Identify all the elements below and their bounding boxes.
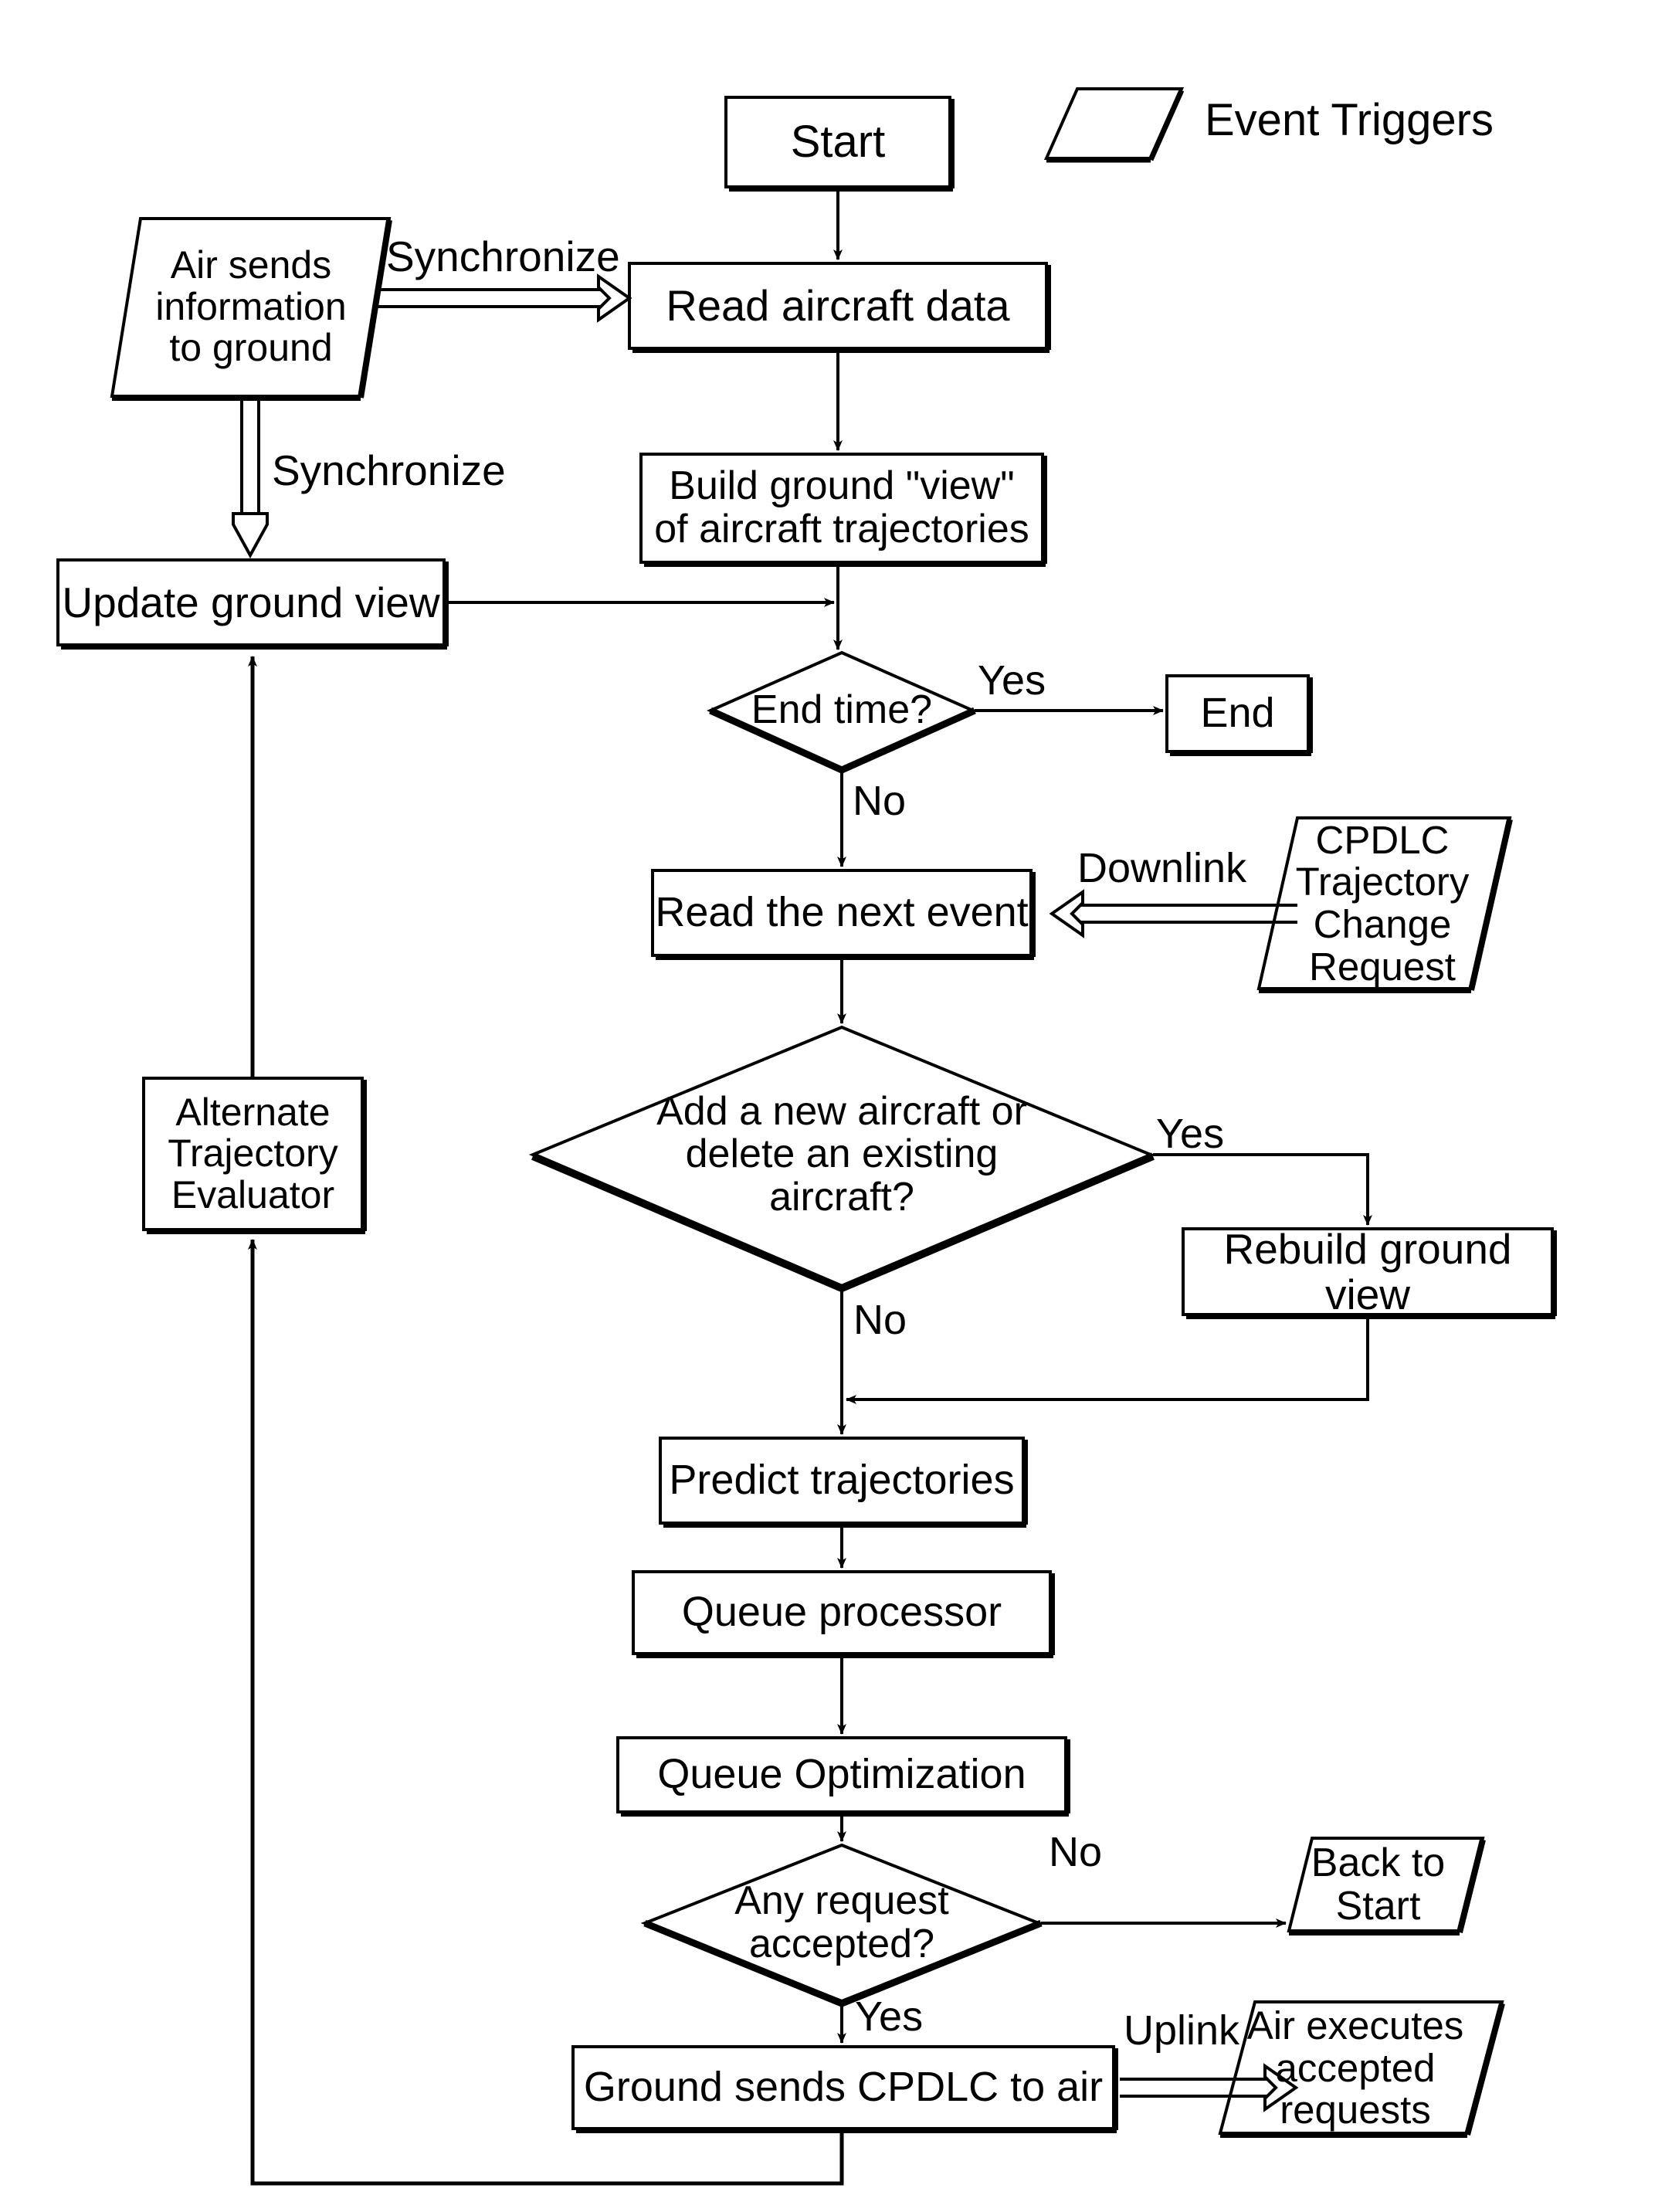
edge-air-sends-to-read-data xyxy=(376,273,632,323)
node-end-shape xyxy=(1165,674,1313,756)
node-update-view-shape xyxy=(56,558,449,650)
node-air-sends-shape xyxy=(110,217,392,401)
node-air-executes-shape xyxy=(1218,2000,1505,2138)
node-read-data-shape xyxy=(628,262,1051,353)
edge-cpdlc-to-read-event xyxy=(1049,889,1297,938)
edge-air-sends-to-update-view xyxy=(232,400,269,559)
node-start-shape xyxy=(724,96,955,192)
edge-add-delete-yes-to-rebuild xyxy=(1153,1153,1372,1226)
node-read-event-shape xyxy=(651,869,1036,960)
node-predict-shape xyxy=(659,1437,1028,1528)
node-queue-processor-shape xyxy=(632,1570,1055,1658)
legend-label: Event Triggers xyxy=(1205,95,1494,145)
edge-return-loop-to-alt-trajectory xyxy=(248,1239,844,2186)
node-any-request-shape xyxy=(640,1843,1043,2007)
legend-parallelogram-icon xyxy=(1043,87,1185,163)
node-queue-optimization-shape xyxy=(616,1736,1070,1817)
flowchart-canvas: Event Triggers Start Air sends informati… xyxy=(0,0,1665,2212)
node-back-to-start-shape xyxy=(1287,1837,1486,1936)
node-build-view-shape xyxy=(639,453,1047,567)
flowchart-svg xyxy=(56,87,1557,2186)
node-end-time-shape xyxy=(707,650,977,774)
node-alt-trajectory-shape xyxy=(142,1077,367,1234)
node-add-delete-shape xyxy=(528,1025,1155,1293)
node-rebuild-view-shape xyxy=(1182,1227,1557,1319)
edge-rebuild-to-trunk xyxy=(846,1318,1369,1404)
node-ground-sends-shape xyxy=(571,2045,1118,2133)
